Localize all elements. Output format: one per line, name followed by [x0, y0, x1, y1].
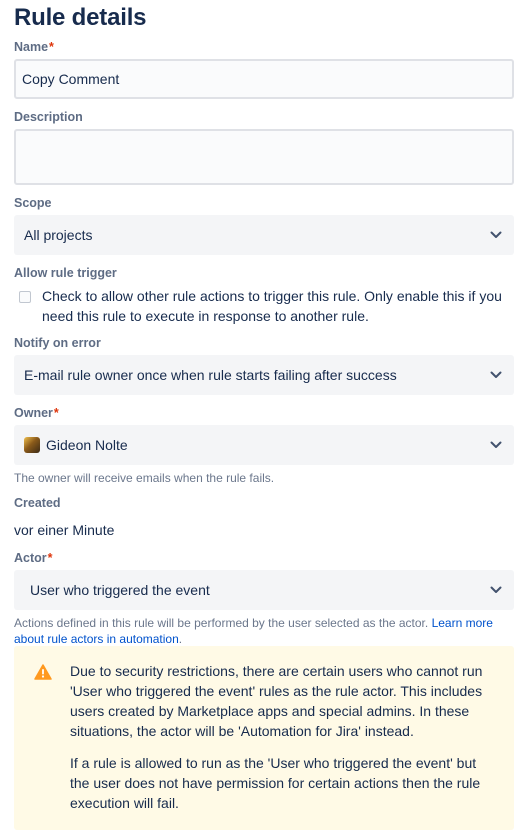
actor-helper-desc: Actions defined in this rule will be per…: [14, 616, 429, 630]
scope-select[interactable]: All projects: [14, 215, 514, 255]
warning-p1-line: 'User who triggered the event' rules as …: [70, 683, 483, 699]
name-input[interactable]: Copy Comment: [14, 59, 514, 99]
link-end-punctuation: .: [178, 632, 183, 646]
required-mark: *: [53, 406, 59, 420]
learn-more-link-part-1: Learn more: [431, 616, 493, 630]
rule-details-page: Rule details Name* Copy Comment Descript…: [0, 0, 528, 838]
description-textarea[interactable]: [14, 129, 514, 185]
actor-select[interactable]: User who triggered the event: [14, 570, 514, 610]
warning-paragraph-2: If a rule is allowed to run as the 'User…: [70, 753, 500, 813]
name-label: Name*: [14, 40, 54, 54]
allow-rule-trigger-line-1: Check to allow other rule actions to tri…: [42, 288, 502, 304]
name-label-text: Name: [14, 40, 49, 54]
owner-select[interactable]: Gideon Nolte: [14, 425, 514, 465]
allow-rule-trigger-checkbox[interactable]: [19, 291, 31, 303]
allow-rule-trigger-description: Check to allow other rule actions to tri…: [42, 286, 512, 326]
actor-label-text: Actor: [14, 551, 47, 565]
created-label: Created: [14, 496, 61, 510]
warning-p2-line: If a rule is allowed to run as the 'User…: [70, 755, 477, 771]
warning-p1-line: Due to security restrictions, there are …: [70, 663, 483, 679]
notify-on-error-label: Notify on error: [14, 336, 101, 350]
created-value: vor einer Minute: [14, 522, 115, 538]
scope-value: All projects: [24, 227, 93, 243]
warning-p1-line: situations, the actor will be 'Automatio…: [70, 723, 414, 739]
chevron-down-icon: [488, 582, 504, 598]
owner-label: Owner*: [14, 406, 59, 420]
actor-warning-panel: Due to security restrictions, there are …: [14, 646, 514, 830]
actor-label: Actor*: [14, 551, 53, 565]
chevron-down-icon: [488, 227, 504, 243]
owner-helper-text: The owner will receive emails when the r…: [14, 471, 275, 485]
warning-paragraph-1: Due to security restrictions, there are …: [70, 661, 500, 741]
required-mark: *: [49, 40, 54, 54]
learn-more-link-part-2: about rule actors in automation: [14, 632, 179, 646]
warning-p2-line: execution will fail.: [70, 795, 179, 811]
page-title: Rule details: [14, 4, 147, 31]
description-label: Description: [14, 110, 83, 124]
allow-rule-trigger-label: Allow rule trigger: [14, 266, 117, 280]
warning-p2-line: the user does not have permission for ce…: [70, 775, 481, 791]
allow-rule-trigger-line-2: need this rule to execute in response to…: [42, 308, 369, 324]
avatar: [24, 437, 40, 453]
owner-label-text: Owner: [14, 406, 53, 420]
notify-on-error-value: E-mail rule owner once when rule starts …: [24, 367, 397, 383]
required-mark: *: [47, 551, 53, 565]
notify-on-error-select[interactable]: E-mail rule owner once when rule starts …: [14, 355, 514, 395]
name-input-value: Copy Comment: [22, 71, 120, 87]
chevron-down-icon: [488, 367, 504, 383]
scope-label: Scope: [14, 196, 52, 210]
chevron-down-icon: [488, 437, 504, 453]
actor-value: User who triggered the event: [30, 582, 210, 598]
warning-p1-line: users created by Marketplace apps and sp…: [70, 703, 470, 719]
actor-helper-text: Actions defined in this rule will be per…: [14, 615, 514, 647]
owner-value: Gideon Nolte: [46, 437, 128, 453]
warning-icon: [34, 664, 52, 680]
